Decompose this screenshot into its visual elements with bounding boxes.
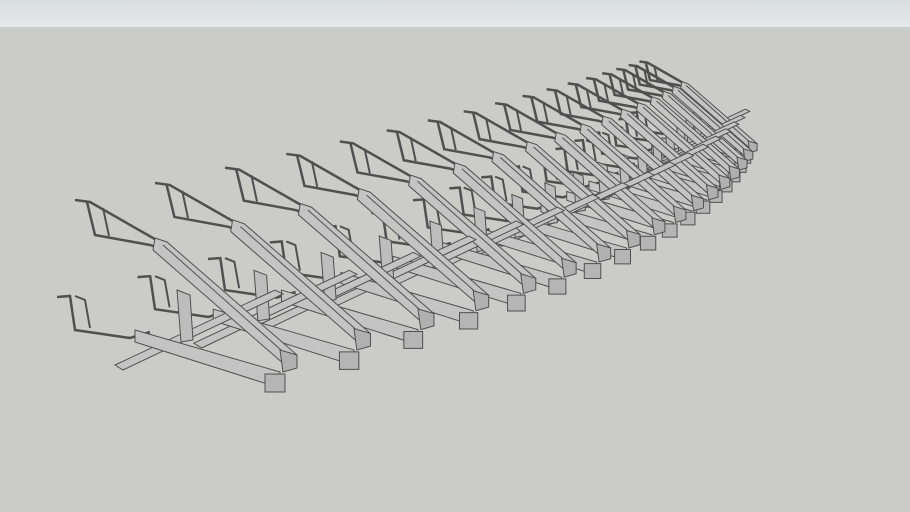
upper-handrail-frame	[295, 155, 369, 201]
upper-handrail-frame	[85, 201, 166, 252]
lower-beam-end	[639, 235, 657, 251]
lower-beam-end	[614, 249, 631, 265]
lower-beam-end	[264, 373, 286, 393]
upper-handrail-frame	[235, 169, 311, 216]
lower-beam-end	[338, 351, 360, 370]
lower-beam-end	[583, 263, 602, 280]
lower-handrail-inner	[224, 257, 241, 289]
lower-beam-end	[403, 330, 424, 349]
upper-handrail-frame	[349, 143, 420, 187]
lower-handrail-inner	[154, 275, 171, 308]
upper-handrail-frame	[165, 184, 243, 233]
lower-beam-end	[548, 278, 567, 295]
3d-viewport[interactable]	[0, 0, 910, 512]
support-post	[176, 289, 194, 343]
stair-model[interactable]	[0, 0, 910, 512]
lower-handrail-inner	[74, 295, 91, 329]
lower-beam-end	[507, 294, 526, 312]
lower-beam-end	[459, 312, 479, 330]
